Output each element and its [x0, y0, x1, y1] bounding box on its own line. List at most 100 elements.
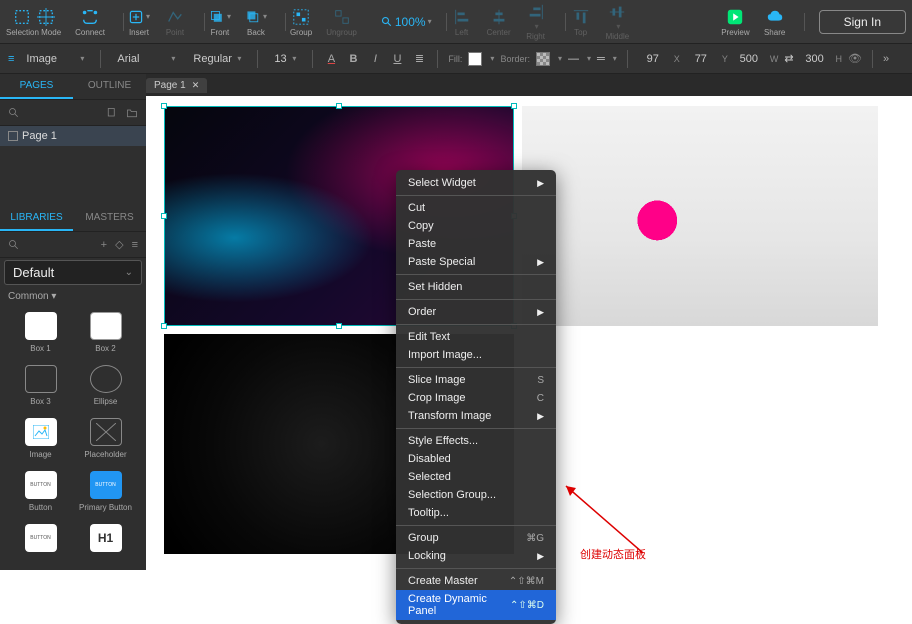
underline-icon[interactable]: U — [389, 53, 405, 65]
lib-placeholder[interactable]: Placeholder — [77, 418, 134, 459]
menu-icon[interactable]: ≡ — [132, 239, 138, 251]
lib-ellipse[interactable]: Ellipse — [77, 365, 134, 406]
ctx-create-dynamic-panel[interactable]: Create Dynamic Panel⌃⇧⌘D — [396, 590, 556, 620]
close-icon[interactable]: ✕ — [192, 80, 200, 91]
tab-outline[interactable]: OUTLINE — [73, 74, 146, 99]
x-input[interactable] — [638, 53, 668, 65]
signin-button[interactable]: Sign In — [819, 10, 906, 34]
ctx-set-hidden[interactable]: Set Hidden — [396, 278, 556, 296]
add-page-icon[interactable] — [106, 107, 118, 119]
line-width-icon[interactable]: — — [568, 53, 579, 65]
tab-pages[interactable]: PAGES — [0, 74, 73, 99]
search-icon[interactable] — [8, 107, 20, 119]
w-input[interactable] — [734, 53, 764, 65]
group-icon — [290, 7, 312, 27]
search-icon[interactable] — [8, 239, 20, 251]
more-icon[interactable]: » — [883, 53, 889, 65]
y-input[interactable] — [686, 53, 716, 65]
connect-label: Connect — [75, 28, 105, 37]
front-tool[interactable]: ▾ Front — [209, 7, 231, 37]
select-cross-icon — [35, 7, 57, 27]
tag-icon[interactable]: ◇ — [115, 238, 123, 251]
lib-box2[interactable]: Box 2 — [77, 312, 134, 353]
border-swatch[interactable] — [536, 52, 550, 66]
ctx-edit-text[interactable]: Edit Text — [396, 328, 556, 346]
lib-box1[interactable]: Box 1 — [12, 312, 69, 353]
lib-button[interactable]: BUTTONButton — [12, 471, 69, 512]
annotation-text: 创建动态面板 — [580, 546, 646, 562]
ctx-slice-image[interactable]: Slice ImageS — [396, 371, 556, 389]
selection-mode-tool[interactable]: Selection Mode — [6, 7, 61, 37]
ctx-paste-special[interactable]: Paste Special▶ — [396, 253, 556, 271]
ctx-create-master[interactable]: Create Master⌃⇧⌘M — [396, 572, 556, 590]
insert-tool[interactable]: ▾ Insert — [128, 7, 150, 37]
bullets-icon[interactable]: ≣ — [411, 52, 427, 65]
paragraph-icon[interactable]: ≡ — [8, 53, 14, 65]
tab-page1[interactable]: Page 1✕ — [146, 78, 207, 93]
font-select[interactable]: Arial▾ — [111, 51, 181, 67]
preview-tool[interactable]: Preview — [721, 7, 749, 37]
bold-icon[interactable]: B — [345, 53, 361, 65]
lib-h1[interactable]: H1 — [77, 524, 134, 556]
ctx-import-image[interactable]: Import Image... — [396, 346, 556, 364]
select-single-icon — [11, 7, 33, 27]
ctx-order[interactable]: Order▶ — [396, 303, 556, 321]
ctx-select-widget[interactable]: Select Widget▶ — [396, 174, 556, 192]
ctx-selection-group[interactable]: Selection Group... — [396, 486, 556, 504]
zoom-value: 100% — [395, 15, 426, 29]
page-item[interactable]: Page 1 — [0, 126, 146, 146]
h-input[interactable] — [800, 53, 830, 65]
library-select[interactable]: Default⌄ — [4, 260, 142, 285]
play-icon — [724, 7, 746, 27]
group-label: Group — [290, 28, 312, 37]
point-icon — [164, 7, 186, 27]
ctx-cut[interactable]: Cut — [396, 199, 556, 217]
add-folder-icon[interactable] — [126, 107, 138, 119]
tab-masters[interactable]: MASTERS — [73, 206, 146, 231]
ctx-style-effects[interactable]: Style Effects... — [396, 432, 556, 450]
zoom-selector[interactable]: 100%▾ — [381, 15, 432, 29]
back-tool[interactable]: ▾ Back — [245, 7, 267, 37]
ctx-locking[interactable]: Locking▶ — [396, 547, 556, 565]
left-panel: PAGES OUTLINE Page 1 LIBRARIES MASTERS +… — [0, 74, 146, 570]
insert-icon: ▾ — [128, 7, 150, 27]
ctx-copy[interactable]: Copy — [396, 217, 556, 235]
lib-image[interactable]: Image — [12, 418, 69, 459]
selection-mode-label: Selection Mode — [6, 28, 61, 37]
point-label: Point — [166, 28, 184, 37]
widget-type-select[interactable]: Image▾ — [20, 51, 90, 67]
image-widget-2[interactable] — [522, 106, 878, 326]
connect-tool[interactable]: Connect — [75, 7, 105, 37]
tab-libraries[interactable]: LIBRARIES — [0, 206, 73, 231]
ctx-transform-image[interactable]: Transform Image▶ — [396, 407, 556, 425]
share-tool[interactable]: Share — [764, 7, 786, 37]
search-icon — [381, 16, 393, 28]
ctx-selected[interactable]: Selected — [396, 468, 556, 486]
line-style-icon[interactable]: ═ — [597, 53, 605, 65]
weight-select[interactable]: Regular▾ — [187, 51, 247, 67]
align-center-tool: Center — [487, 7, 511, 37]
visibility-icon[interactable]: 👁 — [848, 52, 862, 65]
ctx-paste[interactable]: Paste — [396, 235, 556, 253]
size-select[interactable]: 13▾ — [268, 51, 302, 67]
fill-label: Fill: — [448, 54, 462, 64]
property-bar: ≡ Image▾ Arial▾ Regular▾ 13▾ A B I U ≣ F… — [0, 44, 912, 74]
ctx-disabled[interactable]: Disabled — [396, 450, 556, 468]
align-middle-tool: ▾Middle — [606, 2, 630, 41]
ungroup-tool: Ungroup — [326, 7, 357, 37]
insert-label: Insert — [129, 28, 149, 37]
text-color-icon[interactable]: A — [323, 53, 339, 65]
group-tool[interactable]: Group — [290, 7, 312, 37]
fill-swatch[interactable] — [468, 52, 482, 66]
italic-icon[interactable]: I — [367, 53, 383, 65]
lib-link[interactable]: BUTTON — [12, 524, 69, 556]
add-icon[interactable]: + — [101, 239, 107, 251]
lib-category[interactable]: Common ▾ — [0, 287, 146, 306]
ctx-tooltip[interactable]: Tooltip... — [396, 504, 556, 522]
ctx-group[interactable]: Group⌘G — [396, 529, 556, 547]
top-toolbar: Selection Mode Connect ▾ Insert Point ▾ … — [0, 0, 912, 44]
lock-aspect-icon[interactable]: ⇄ — [784, 52, 793, 65]
ctx-crop-image[interactable]: Crop ImageC — [396, 389, 556, 407]
lib-box3[interactable]: Box 3 — [12, 365, 69, 406]
lib-primary-button[interactable]: BUTTONPrimary Button — [77, 471, 134, 512]
